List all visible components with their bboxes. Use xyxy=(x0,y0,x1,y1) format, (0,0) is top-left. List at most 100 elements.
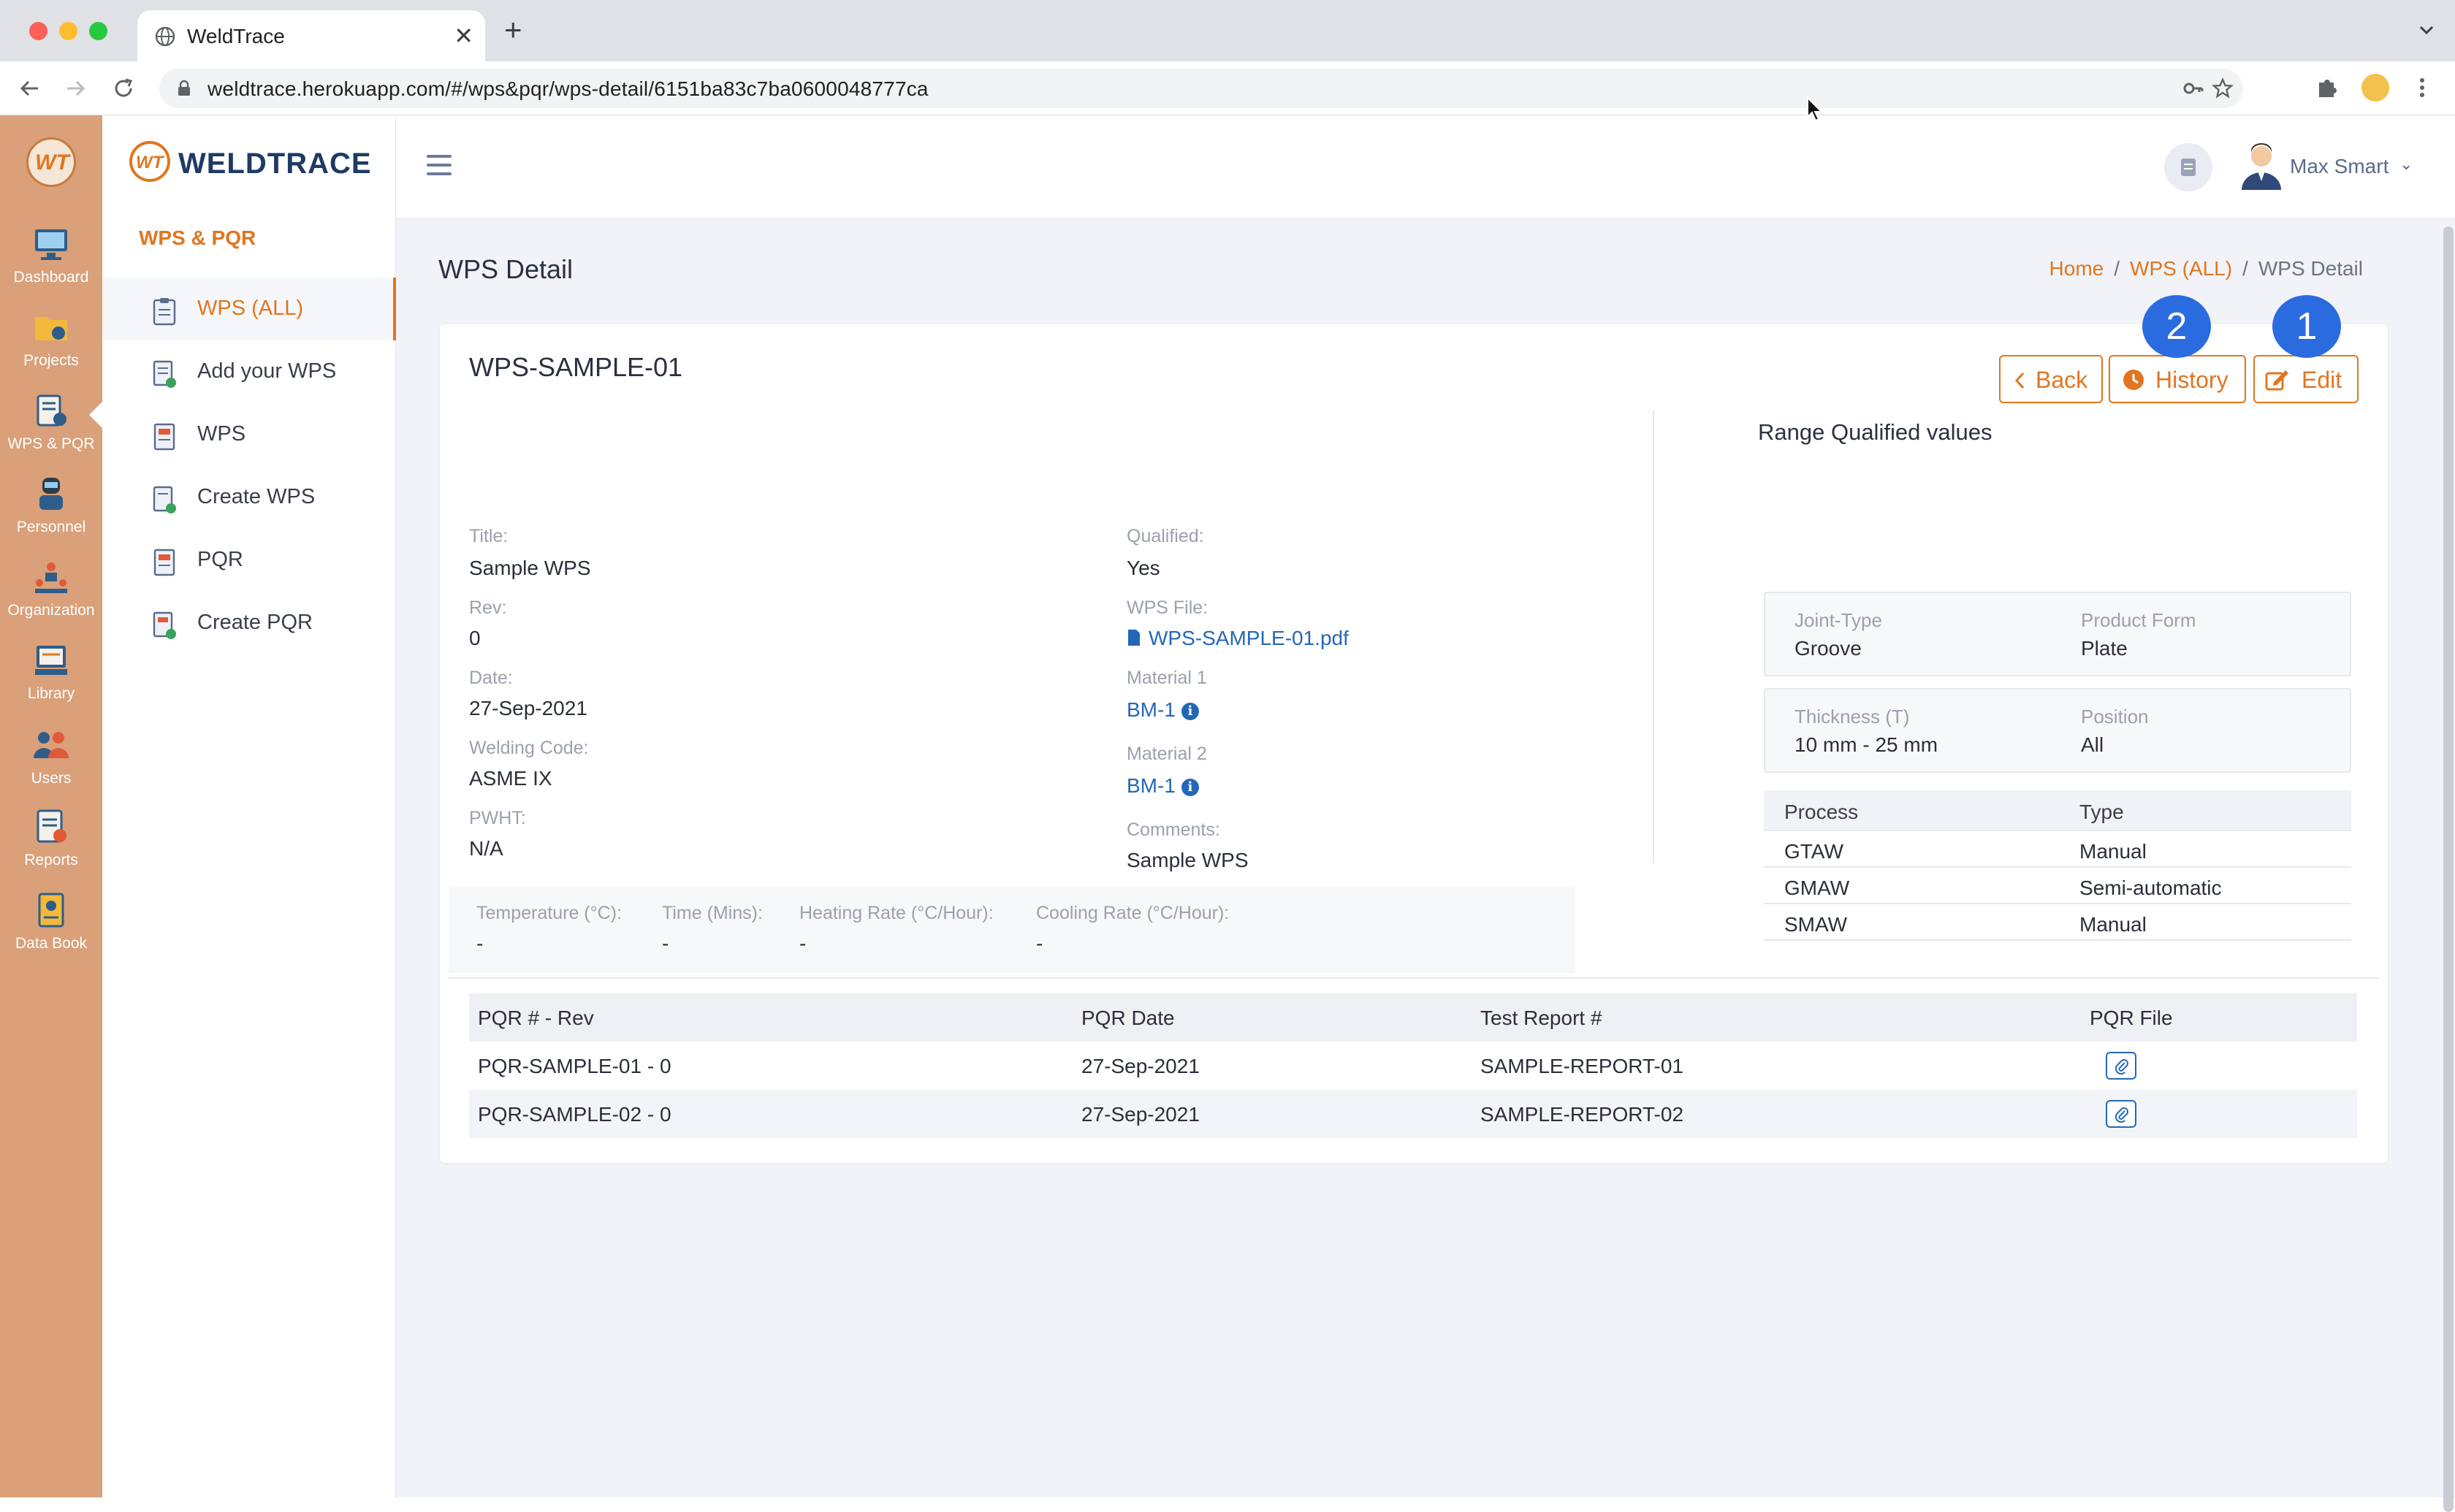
edit-button[interactable]: Edit xyxy=(2253,355,2359,403)
notepad-icon xyxy=(2181,159,2196,176)
wps-file-label: WPS File: xyxy=(1127,597,1209,618)
info-icon[interactable]: i xyxy=(1181,779,1199,796)
close-tab-icon[interactable]: ✕ xyxy=(454,22,473,50)
breadcrumb-current: WPS Detail xyxy=(2258,257,2363,280)
sidebar-item-wps-all[interactable]: WPS (ALL) xyxy=(102,278,396,340)
joint-type-value: Groove xyxy=(1794,637,1862,660)
forward-arrow-icon[interactable] xyxy=(61,75,89,102)
table-row: SMAW Manual xyxy=(1764,904,2351,941)
rail-item-organization[interactable]: Organization xyxy=(0,558,102,638)
title-value: Sample WPS xyxy=(469,557,591,579)
test-report-cell: SAMPLE-REPORT-02 xyxy=(1480,1103,1684,1126)
pqr-table-header: PQR # - Rev PQR Date Test Report # PQR F… xyxy=(469,993,2357,1042)
sidebar-item-wps[interactable]: WPS xyxy=(102,403,396,466)
back-arrow-icon[interactable] xyxy=(16,75,44,102)
date-value: 27-Sep-2021 xyxy=(469,697,587,719)
rail-item-reports[interactable]: Reports xyxy=(0,808,102,888)
chevron-down-icon[interactable]: ⌄ xyxy=(2399,155,2413,174)
range-qualified-title: Range Qualified values xyxy=(1758,419,1992,445)
material2-link[interactable]: BM-1 i xyxy=(1127,774,1199,798)
date-label: Date: xyxy=(469,668,513,688)
library-icon xyxy=(35,646,67,675)
pqr-date-cell: 27-Sep-2021 xyxy=(1081,1103,1200,1126)
rail-label: Users xyxy=(31,770,72,787)
notes-button[interactable] xyxy=(2164,143,2212,191)
rail-item-wps-pqr[interactable]: WPS & PQR xyxy=(0,392,102,472)
rail-item-data-book[interactable]: Data Book xyxy=(0,891,102,971)
rail-item-personnel[interactable]: Personnel xyxy=(0,475,102,555)
active-indicator xyxy=(89,402,102,428)
pqr-date-cell: 27-Sep-2021 xyxy=(1081,1055,1200,1077)
wps-file-link[interactable]: WPS-SAMPLE-01.pdf xyxy=(1127,627,1349,650)
back-button[interactable]: Back xyxy=(1999,355,2103,403)
process-table: Process Type GTAW Manual GMAW Semi-autom… xyxy=(1764,790,2351,941)
bookmark-star-icon[interactable] xyxy=(2211,77,2234,100)
menu-toggle-icon[interactable] xyxy=(427,155,452,177)
material1-link[interactable]: BM-1 i xyxy=(1127,698,1199,722)
data-book-icon xyxy=(38,893,64,928)
position-value: All xyxy=(2081,733,2104,756)
rail-item-library[interactable]: Library xyxy=(0,641,102,722)
pqr-file-button[interactable] xyxy=(2106,1100,2136,1128)
title-label: Title: xyxy=(469,526,509,546)
maximize-window-button[interactable] xyxy=(89,22,107,40)
close-window-button[interactable] xyxy=(29,22,47,40)
chrome-menu-icon[interactable] xyxy=(2408,74,2436,102)
process-cell: SMAW xyxy=(1784,913,1848,936)
wps-detail-card: WPS-SAMPLE-01 Back History Edit 2 1 Titl… xyxy=(440,295,2388,1163)
pqr-file-header: PQR File xyxy=(2090,1007,2173,1029)
tab-title: WeldTrace xyxy=(187,25,285,47)
rail-item-dashboard[interactable]: Dashboard xyxy=(0,225,102,305)
breadcrumb-wps-all[interactable]: WPS (ALL) xyxy=(2130,257,2232,280)
type-header: Type xyxy=(2079,801,2124,823)
key-icon[interactable] xyxy=(2182,77,2205,100)
new-tab-button[interactable]: + xyxy=(504,15,522,45)
thickness-position-box: Thickness (T) 10 mm - 25 mm Position All xyxy=(1764,688,2351,773)
document-create-icon xyxy=(153,611,176,639)
rev-label: Rev: xyxy=(469,597,507,618)
cooling-rate-label: Cooling Rate (°C/Hour): xyxy=(1036,903,1230,923)
breadcrumb-home[interactable]: Home xyxy=(2049,257,2104,280)
sidebar-item-create-wps[interactable]: Create WPS xyxy=(102,466,396,529)
address-bar[interactable]: weldtrace.herokuapp.com/#/wps&pqr/wps-de… xyxy=(159,69,2243,108)
user-avatar[interactable] xyxy=(2239,142,2284,190)
sidebar-item-label: PQR xyxy=(197,548,243,571)
wps-file-name: WPS-SAMPLE-01.pdf xyxy=(1149,627,1349,649)
info-icon[interactable]: i xyxy=(1181,703,1199,720)
pqr-file-button[interactable] xyxy=(2106,1052,2136,1080)
sidebar-item-create-pqr[interactable]: Create PQR xyxy=(102,592,396,654)
minimize-window-button[interactable] xyxy=(59,22,77,40)
rail-item-projects[interactable]: Projects xyxy=(0,308,102,389)
sidebar-item-add-your-wps[interactable]: Add your WPS xyxy=(102,340,396,403)
sidebar-item-pqr[interactable]: PQR xyxy=(102,529,396,592)
breadcrumb: Home / WPS (ALL) / WPS Detail xyxy=(2049,257,2363,280)
sidebar-item-label: Add your WPS xyxy=(197,359,337,383)
time-label: Time (Mins): xyxy=(662,903,763,923)
page-scrollbar[interactable] xyxy=(2443,226,2454,1512)
tab-search-icon[interactable] xyxy=(2417,20,2436,39)
annotation-badge-edit: 1 xyxy=(2272,295,2341,358)
rail-label: Library xyxy=(27,685,75,702)
reload-icon[interactable] xyxy=(110,75,137,102)
type-cell: Semi-automatic xyxy=(2079,877,2222,899)
extensions-puzzle-icon[interactable] xyxy=(2313,74,2341,102)
rail-item-users[interactable]: Users xyxy=(0,726,102,806)
history-button[interactable]: History xyxy=(2109,355,2246,403)
weldtrace-logo[interactable]: WT xyxy=(26,137,76,187)
browser-tab-strip: WeldTrace ✕ + xyxy=(0,0,2455,61)
history-clock-icon xyxy=(2123,370,2144,390)
test-report-header: Test Report # xyxy=(1480,1007,1602,1029)
profile-avatar-icon[interactable] xyxy=(2361,74,2389,102)
browser-tab[interactable]: WeldTrace ✕ xyxy=(137,10,485,61)
document-icon xyxy=(153,549,175,576)
material2-value: BM-1 xyxy=(1127,774,1176,797)
weldtrace-mark-icon: WT xyxy=(129,141,170,182)
user-name[interactable]: Max Smart xyxy=(2290,155,2389,178)
welding-code-value: ASME IX xyxy=(469,767,552,790)
icon-rail: WT Dashboard Projects WPS & PQR Personne… xyxy=(0,115,102,1497)
globe-icon xyxy=(155,26,175,47)
sidebar-item-label: Create PQR xyxy=(197,611,313,634)
table-row: GMAW Semi-automatic xyxy=(1764,868,2351,904)
comments-value: Sample WPS xyxy=(1127,849,1249,871)
chevron-left-icon xyxy=(2014,372,2025,389)
